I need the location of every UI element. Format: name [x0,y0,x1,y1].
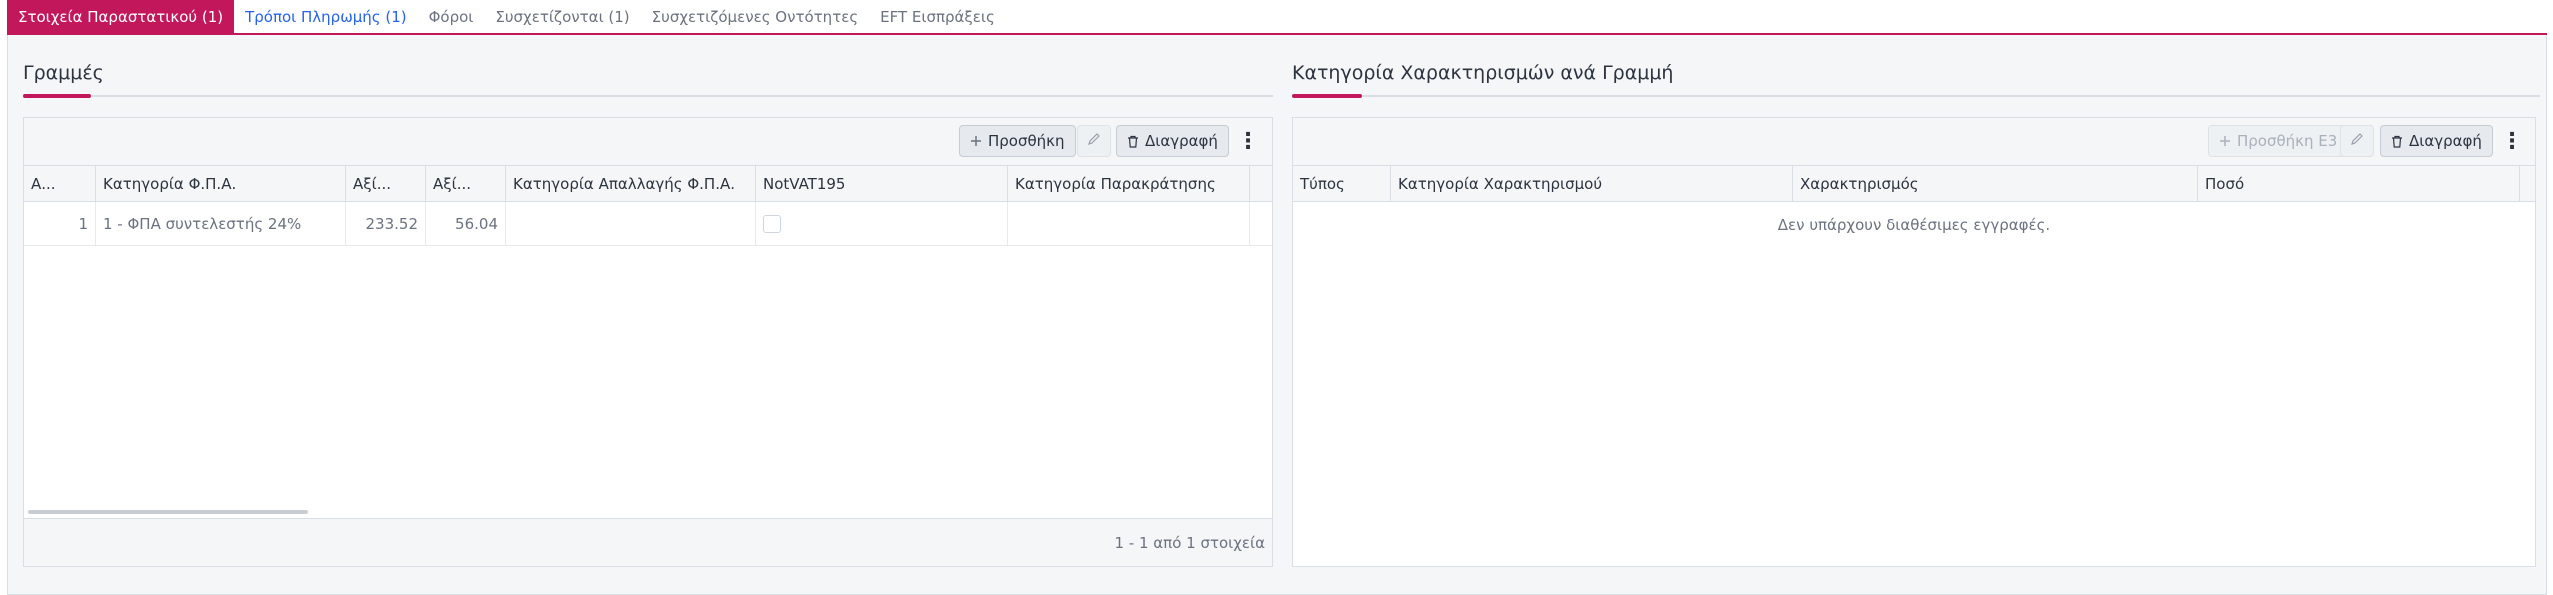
cell-vat-exemption [506,202,756,246]
column-classification[interactable]: Χαρακτηρισμός [1793,166,2198,202]
divider [23,95,1273,97]
trash-icon [2391,135,2403,148]
kebab-icon[interactable]: ⋮ [1236,125,1260,157]
column-aa[interactable]: Α... [24,166,96,202]
classifications-toolbar: Προσθήκη Ε3 Διαγραφή ⋮ [1293,118,2535,166]
add-e3-button-label: Προσθήκη Ε3 [2237,132,2338,150]
column-value-1[interactable]: Αξί... [346,166,426,202]
lines-grid: Προσθήκη Διαγραφή ⋮ Α... Κατηγορία Φ.Π.Α… [23,117,1273,567]
lines-table-body: 1 1 - ΦΠΑ συντελεστής 24% 233.52 56.04 [24,202,1272,246]
tab-eft-receipts[interactable]: EFT Εισπράξεις [869,0,1006,33]
title-accent [1292,94,1362,98]
column-vat-exemption[interactable]: Κατηγορία Απαλλαγής Φ.Π.Α. [506,166,756,202]
column-withholding[interactable]: Κατηγορία Παρακράτησης [1008,166,1250,202]
tab-correlated[interactable]: Συσχετίζονται (1) [484,0,640,33]
horizontal-scrollbar[interactable] [28,510,308,514]
tab-document-details[interactable]: Στοιχεία Παραστατικού (1) [7,0,235,33]
pencil-icon [1087,132,1101,150]
title-accent [23,94,91,98]
cell-withholding [1008,202,1250,246]
column-value-2[interactable]: Αξί... [426,166,506,202]
table-row[interactable]: 1 1 - ΦΠΑ συντελεστής 24% 233.52 56.04 [24,202,1272,246]
delete-button-label: Διαγραφή [2409,132,2482,150]
edit-button[interactable] [2340,125,2374,157]
tab-payment-methods[interactable]: Τρόποι Πληρωμής (1) [234,0,418,33]
notvat195-checkbox[interactable] [763,215,781,233]
tab-correlated-entities[interactable]: Συσχετιζόμενες Οντότητες [641,0,869,33]
lines-table-header: Α... Κατηγορία Φ.Π.Α. Αξί... Αξί... Κατη… [24,166,1272,202]
delete-button[interactable]: Διαγραφή [2380,125,2493,157]
cell-vat-category: 1 - ΦΠΑ συντελεστής 24% [96,202,346,246]
classifications-table-header: Τύπος Κατηγορία Χαρακτηρισμού Χαρακτηρισ… [1293,166,2535,202]
pager-info: 1 - 1 από 1 στοιχεία [1114,533,1265,552]
classifications-grid: Προσθήκη Ε3 Διαγραφή ⋮ Τύπος Κατηγορία Χ… [1292,117,2536,567]
add-button-label: Προσθήκη [988,132,1065,150]
divider [1292,95,2540,97]
plus-icon [2219,135,2231,147]
cell-value-1: 233.52 [346,202,426,246]
plus-icon [970,135,982,147]
trash-icon [1127,135,1139,148]
cell-notvat195 [756,202,1008,246]
kebab-icon[interactable]: ⋮ [2500,125,2524,157]
add-button[interactable]: Προσθήκη [959,125,1076,157]
edit-button[interactable] [1077,125,1111,157]
classifications-title: Κατηγορία Χαρακτηρισμών ανά Γραμμή [1292,62,1674,84]
cell-aa: 1 [24,202,96,246]
tab-content: Γραμμές Προσθήκη Διαγραφή ⋮ Α... Κατηγορ… [7,35,2547,595]
tab-taxes[interactable]: Φόροι [418,0,485,33]
column-vat-category[interactable]: Κατηγορία Φ.Π.Α. [96,166,346,202]
delete-button[interactable]: Διαγραφή [1116,125,1229,157]
column-classification-category[interactable]: Κατηγορία Χαρακτηρισμού [1391,166,1793,202]
empty-message: Δεν υπάρχουν διαθέσιμες εγγραφές. [1777,216,2051,234]
column-type[interactable]: Τύπος [1293,166,1391,202]
lines-title: Γραμμές [23,62,104,84]
column-amount[interactable]: Ποσό [2198,166,2520,202]
cell-value-2: 56.04 [426,202,506,246]
lines-toolbar: Προσθήκη Διαγραφή ⋮ [24,118,1272,166]
lines-pager: 1 - 1 από 1 στοιχεία [24,518,1272,566]
add-e3-button[interactable]: Προσθήκη Ε3 [2208,125,2349,157]
delete-button-label: Διαγραφή [1145,132,1218,150]
tab-bar: Στοιχεία Παραστατικού (1) Τρόποι Πληρωμή… [7,0,2547,35]
column-notvat195[interactable]: NotVAT195 [756,166,1008,202]
pencil-icon [2350,132,2364,150]
